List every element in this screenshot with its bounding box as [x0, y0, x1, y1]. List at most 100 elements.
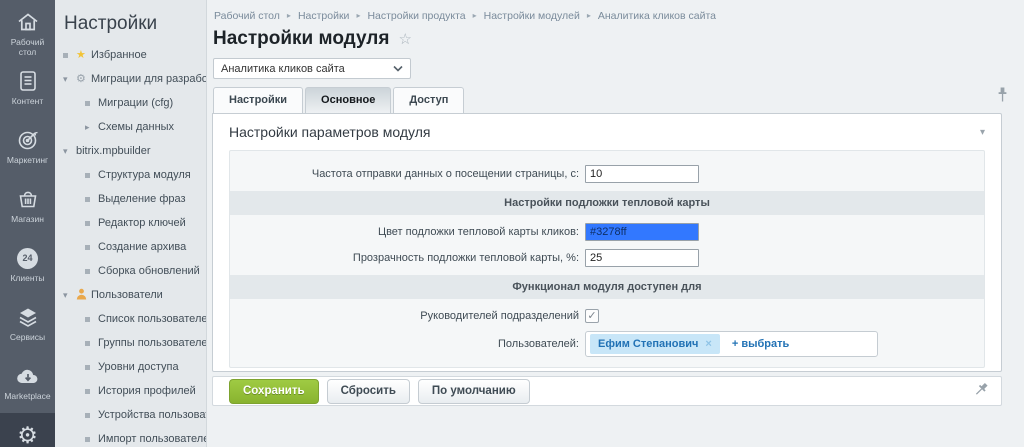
breadcrumb-separator-icon: ▸: [473, 11, 477, 20]
home-icon: [16, 9, 40, 35]
checkmark-icon: ✓: [587, 311, 596, 322]
rail-item-label: Сервисы: [10, 332, 45, 342]
sidebar-item-user-devices[interactable]: Устройства пользователей: [55, 403, 206, 427]
sidebar-item-label: Миграции (cfg): [98, 97, 173, 109]
clients-24-icon: 24: [17, 245, 38, 271]
save-button[interactable]: Сохранить: [229, 379, 319, 404]
sidebar-item-build-updates[interactable]: Сборка обновлений: [55, 259, 206, 283]
rail-item-clients[interactable]: 24 Клиенты: [0, 236, 55, 295]
sidebar-item-label: Миграции для разработчик: [91, 73, 206, 85]
rail-item-desktop[interactable]: Рабочий стол: [0, 0, 55, 59]
collapse-arrow-icon[interactable]: ▾: [980, 127, 985, 138]
breadcrumb: Рабочий стол ▸ Настройки ▸ Настройки про…: [207, 0, 1024, 22]
sidebar-item-label: Редактор ключей: [98, 217, 186, 229]
access-section-header: Функционал модуля доступен для: [230, 275, 984, 299]
sidebar-item-profile-history[interactable]: История профилей: [55, 379, 206, 403]
sidebar-item-module-structure[interactable]: Структура модуля: [55, 163, 206, 187]
star-icon: ★: [76, 50, 91, 61]
sidebar-item-data-schemes[interactable]: ▸ Схемы данных: [55, 115, 206, 139]
reset-button[interactable]: Сбросить: [327, 379, 410, 404]
sidebar-item-user-import[interactable]: Импорт пользователей: [55, 427, 206, 447]
sidebar-item-label: Уровни доступа: [98, 361, 179, 373]
sidebar-item-user-groups[interactable]: Группы пользователей: [55, 331, 206, 355]
rail-item-marketplace[interactable]: Marketplace: [0, 354, 55, 413]
sidebar-title: Настройки: [55, 0, 206, 43]
heatmap-opacity-input[interactable]: [585, 249, 699, 267]
bullet-icon: [85, 437, 98, 442]
rail-item-label: Контент: [12, 96, 44, 106]
user-chip-name: Ефим Степанович: [598, 338, 698, 350]
chevron-right-icon: ▸: [85, 123, 98, 132]
add-user-button[interactable]: + выбрать: [732, 338, 789, 350]
tabs-row: Настройки Основное Доступ: [213, 86, 1024, 113]
bullet-icon: [85, 317, 98, 322]
rail-item-shop[interactable]: Магазин: [0, 177, 55, 236]
heads-label: Руководителей подразделений: [230, 310, 585, 322]
module-settings-panel: Настройки параметров модуля ▾ Частота от…: [212, 113, 1002, 372]
sidebar-item-label: История профилей: [98, 385, 196, 397]
sidebar-item-users[interactable]: ▾ Пользователи: [55, 283, 206, 307]
sidebar-item-favorites[interactable]: ★ Избранное: [55, 43, 206, 67]
breadcrumb-item[interactable]: Настройки: [298, 10, 350, 22]
sidebar-item-key-editor[interactable]: Редактор ключей: [55, 211, 206, 235]
sidebar-item-label: bitrix.mpbuilder: [76, 145, 151, 157]
rail-item-content[interactable]: Контент: [0, 59, 55, 118]
users-row: Пользователей: Ефим Степанович × + выбра…: [230, 329, 984, 359]
tab-settings[interactable]: Настройки: [213, 87, 303, 113]
bullet-icon: [85, 389, 98, 394]
sidebar-item-label: Пользователи: [91, 289, 163, 301]
chevron-down-icon: ▾: [63, 147, 76, 156]
frequency-row: Частота отправки данных о посещении стра…: [230, 161, 984, 187]
heads-checkbox[interactable]: ✓: [585, 309, 599, 323]
module-select-value: Аналитика кликов сайта: [221, 63, 345, 75]
bullet-icon: [85, 197, 98, 202]
bullet-icon: [85, 245, 98, 250]
tab-main[interactable]: Основное: [305, 87, 391, 113]
sidebar-item-label: Избранное: [91, 49, 147, 61]
rail-item-label: Магазин: [11, 214, 44, 224]
frequency-input[interactable]: [585, 165, 699, 183]
action-buttons-bar: Сохранить Сбросить По умолчанию: [212, 376, 1002, 406]
sidebar-item-migrations-cfg[interactable]: Миграции (cfg): [55, 91, 206, 115]
rail-item-settings[interactable]: ⚙ Настройки: [0, 413, 55, 447]
breadcrumb-separator-icon: ▸: [287, 11, 291, 20]
user-icon: [76, 288, 91, 303]
tab-access[interactable]: Доступ: [393, 87, 464, 113]
sidebar-item-phrase-highlight[interactable]: Выделение фраз: [55, 187, 206, 211]
bullet-icon: [85, 341, 98, 346]
breadcrumb-item[interactable]: Настройки модулей: [484, 10, 580, 22]
sidebar-item-user-list[interactable]: Список пользователей: [55, 307, 206, 331]
remove-user-icon[interactable]: ×: [705, 338, 711, 350]
sidebar-item-label: Список пользователей: [98, 313, 206, 325]
users-tag-box[interactable]: Ефим Степанович × + выбрать: [585, 331, 878, 357]
gear-icon: ⚙: [76, 74, 91, 85]
heatmap-color-row: Цвет подложки тепловой карты кликов:: [230, 219, 984, 245]
sidebar-item-create-archive[interactable]: Создание архива: [55, 235, 206, 259]
sidebar-item-mpbuilder[interactable]: ▾ bitrix.mpbuilder: [55, 139, 206, 163]
rail-item-services[interactable]: Сервисы: [0, 295, 55, 354]
document-icon: [17, 68, 39, 94]
rail-item-marketing[interactable]: Маркетинг: [0, 118, 55, 177]
sidebar-item-migrations[interactable]: ▾ ⚙ Миграции для разработчик: [55, 67, 206, 91]
breadcrumb-separator-icon: ▸: [587, 11, 591, 20]
sidebar-item-access-levels[interactable]: Уровни доступа: [55, 355, 206, 379]
sidebar-item-label: Устройства пользователей: [98, 409, 206, 421]
bitrix-admin-app: Рабочий стол Контент Маркетинг Магазин 2…: [0, 0, 1024, 447]
sidebar-item-label: Создание архива: [98, 241, 186, 253]
defaults-button[interactable]: По умолчанию: [418, 379, 530, 404]
chevron-down-icon: ▾: [63, 75, 76, 84]
breadcrumb-item[interactable]: Настройки продукта: [367, 10, 465, 22]
bullet-icon: [85, 365, 98, 370]
favorite-star-icon[interactable]: ☆: [398, 30, 411, 48]
module-select[interactable]: Аналитика кликов сайта: [213, 58, 411, 79]
basket-icon: [16, 186, 40, 212]
sidebar-item-label: Структура модуля: [98, 169, 191, 181]
pin-icon[interactable]: [997, 87, 1008, 107]
sidebar-item-label: Импорт пользователей: [98, 433, 206, 445]
bullet-icon: [85, 269, 98, 274]
heatmap-opacity-row: Прозрачность подложки тепловой карты, %:: [230, 245, 984, 271]
heatmap-color-input[interactable]: [585, 223, 699, 241]
pin-icon[interactable]: [969, 380, 991, 402]
breadcrumb-item[interactable]: Аналитика кликов сайта: [598, 10, 716, 22]
breadcrumb-item[interactable]: Рабочий стол: [214, 10, 280, 22]
